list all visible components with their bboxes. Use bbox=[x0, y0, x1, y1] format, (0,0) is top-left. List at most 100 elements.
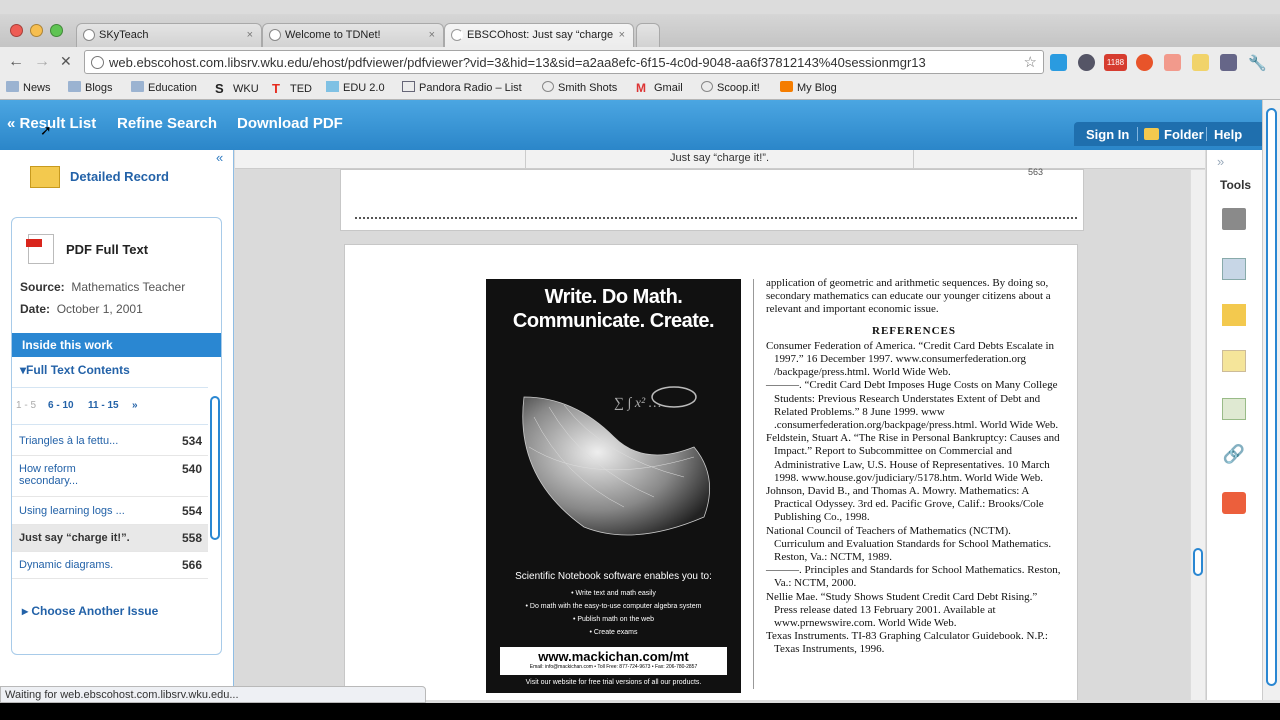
new-tab-button[interactable] bbox=[636, 23, 660, 47]
window-scrollbar-thumb[interactable] bbox=[1266, 108, 1277, 686]
skyteach-favicon-icon bbox=[83, 29, 95, 41]
toc-item[interactable]: Dynamic diagrams. 566 bbox=[12, 552, 208, 579]
bookmark-smith-shots[interactable]: Smith Shots bbox=[542, 81, 617, 94]
address-bar[interactable]: web.ebscohost.com.libsrv.wku.edu/ehost/p… bbox=[84, 50, 1044, 74]
pdf-icon bbox=[26, 234, 54, 264]
globe-favicon-icon bbox=[269, 29, 281, 41]
bookmark-label: Scoop.it! bbox=[717, 82, 760, 94]
dictionary-extension-icon[interactable] bbox=[1050, 54, 1067, 71]
ebsco-header: « Result List Refine Search Download PDF… bbox=[0, 100, 1262, 150]
tab-close-icon[interactable]: × bbox=[247, 29, 253, 41]
folder-link[interactable]: Folder bbox=[1164, 127, 1204, 142]
viewer-header-cell bbox=[913, 150, 1193, 169]
viewer-header: Just say “charge it!”. bbox=[235, 150, 1205, 169]
camera-extension-icon[interactable] bbox=[1078, 54, 1095, 71]
add-extension-icon[interactable] bbox=[1164, 54, 1181, 71]
tools-panel: » Tools 🔗 bbox=[1206, 150, 1262, 700]
reference-entry: Johnson, David B., and Thomas A. Mowry. … bbox=[766, 485, 1044, 524]
email-icon[interactable] bbox=[1222, 258, 1246, 280]
globe-icon bbox=[701, 81, 713, 92]
viewer-scrollbar[interactable] bbox=[1190, 170, 1205, 700]
browser-toolbar: ← → ✕ web.ebscohost.com.libsrv.wku.edu/e… bbox=[0, 47, 1280, 77]
bookmark-edu20[interactable]: EDU 2.0 bbox=[326, 81, 385, 94]
detailed-record-link[interactable]: Detailed Record bbox=[70, 169, 169, 184]
forward-arrow-icon[interactable]: → bbox=[34, 53, 50, 71]
window-scrollbar[interactable] bbox=[1262, 100, 1280, 700]
toc-title[interactable]: How reform secondary... bbox=[19, 463, 109, 487]
bookmark-scoopit[interactable]: Scoop.it! bbox=[701, 81, 760, 94]
toc-item[interactable]: Triangles à la fettu... 534 bbox=[12, 426, 208, 456]
mail-extension-badge[interactable]: 1188 bbox=[1104, 54, 1127, 71]
stop-loading-icon[interactable]: ✕ bbox=[60, 53, 72, 70]
ad-bullet: • Write text and math easily bbox=[571, 590, 656, 597]
bookmark-gmail[interactable]: M Gmail bbox=[636, 81, 683, 95]
toc-item-current[interactable]: Just say “charge it!”. 558 bbox=[12, 525, 208, 552]
detailed-record-icon[interactable] bbox=[30, 166, 60, 188]
previous-page: 563 bbox=[340, 167, 1084, 231]
toc-title[interactable]: Using learning logs ... bbox=[19, 505, 125, 517]
permalink-icon[interactable]: 🔗 bbox=[1222, 444, 1246, 466]
tab-close-icon[interactable]: × bbox=[429, 29, 435, 41]
edu-icon bbox=[326, 81, 339, 92]
save-folder-icon[interactable] bbox=[1222, 304, 1246, 326]
pager-1-5: 1 - 5 bbox=[16, 400, 37, 411]
ad-url: www.mackichan.com/mt bbox=[538, 649, 689, 664]
source-value: Mathematics Teacher bbox=[71, 280, 186, 294]
globe-icon bbox=[542, 81, 554, 92]
pdf-viewer: Just say “charge it!”. 563 Write. Do Mat… bbox=[235, 150, 1205, 700]
expand-tools-icon[interactable]: » bbox=[1217, 154, 1224, 169]
folder-icon bbox=[68, 81, 81, 92]
bottom-bar bbox=[0, 703, 1280, 720]
share-icon[interactable] bbox=[1222, 492, 1246, 514]
download-pdf-link[interactable]: Download PDF bbox=[237, 115, 343, 132]
bookmark-pandora[interactable]: Pandora Radio – List bbox=[402, 81, 522, 94]
t-logo-icon: T bbox=[272, 81, 280, 96]
pager-next[interactable]: » bbox=[132, 400, 138, 411]
bookmark-education[interactable]: Education bbox=[131, 81, 197, 94]
scrollbar-thumb[interactable] bbox=[210, 396, 220, 540]
bookmark-label: TED bbox=[290, 83, 312, 95]
screen-capture-extension-icon[interactable] bbox=[1220, 54, 1237, 71]
toc-item[interactable]: Using learning logs ... 554 bbox=[12, 497, 208, 525]
toc-title[interactable]: Dynamic diagrams. bbox=[19, 559, 113, 571]
bookmark-star-icon[interactable]: ☆ bbox=[1024, 53, 1037, 71]
zoom-window-button[interactable] bbox=[50, 24, 63, 37]
reference-entry: National Council of Teachers of Mathemat… bbox=[766, 524, 1052, 564]
tab-skyteach[interactable]: SKyTeach × bbox=[76, 23, 262, 47]
choose-another-issue-toggle[interactable]: ▸ Choose Another Issue bbox=[22, 604, 158, 618]
refine-search-link[interactable]: Refine Search bbox=[117, 115, 217, 132]
tab-title: EBSCOhost: Just say “charge bbox=[467, 29, 614, 41]
tab-ebscohost[interactable]: EBSCOhost: Just say “charge × bbox=[444, 23, 634, 47]
bookmark-label: EDU 2.0 bbox=[343, 82, 385, 94]
stumbleupon-extension-icon[interactable] bbox=[1136, 54, 1153, 71]
wrench-menu-icon[interactable]: 🔧 bbox=[1248, 54, 1267, 72]
bookmark-wku[interactable]: S WKU bbox=[215, 81, 259, 96]
status-bar: Waiting for web.ebscohost.com.libsrv.wku… bbox=[0, 686, 426, 703]
tab-close-icon[interactable]: × bbox=[619, 29, 625, 41]
toc-title[interactable]: Just say “charge it!”. bbox=[19, 532, 130, 544]
print-icon[interactable] bbox=[1222, 208, 1246, 230]
full-text-contents-toggle[interactable]: ▾Full Text Contents bbox=[20, 363, 130, 377]
pager-11-15[interactable]: 11 - 15 bbox=[88, 400, 119, 411]
bookmark-ted[interactable]: T TED bbox=[272, 81, 312, 96]
tab-tdnet[interactable]: Welcome to TDNet! × bbox=[262, 23, 444, 47]
contents-scrollbar[interactable] bbox=[210, 390, 220, 576]
sign-in-link[interactable]: Sign In bbox=[1086, 127, 1129, 142]
collapse-panel-icon[interactable]: « bbox=[216, 150, 223, 165]
export-icon[interactable] bbox=[1222, 398, 1246, 420]
cite-icon[interactable] bbox=[1222, 350, 1246, 372]
bookmark-news[interactable]: News bbox=[6, 81, 51, 94]
bookmark-my-blog[interactable]: My Blog bbox=[780, 81, 837, 94]
tab-strip: SKyTeach × Welcome to TDNet! × EBSCOhost… bbox=[0, 14, 1280, 47]
toc-title[interactable]: Triangles à la fettu... bbox=[19, 435, 118, 447]
bookmark-blogs[interactable]: Blogs bbox=[68, 81, 113, 94]
viewer-scrollbar-thumb[interactable] bbox=[1193, 548, 1203, 576]
close-window-button[interactable] bbox=[10, 24, 23, 37]
back-arrow-icon[interactable]: ← bbox=[8, 53, 24, 71]
inside-this-work-header: Inside this work bbox=[12, 333, 221, 357]
minimize-window-button[interactable] bbox=[30, 24, 43, 37]
notes-extension-icon[interactable] bbox=[1192, 54, 1209, 71]
help-link[interactable]: Help bbox=[1214, 127, 1242, 142]
pager-6-10[interactable]: 6 - 10 bbox=[48, 400, 74, 411]
toc-item[interactable]: How reform secondary... 540 bbox=[12, 456, 208, 497]
